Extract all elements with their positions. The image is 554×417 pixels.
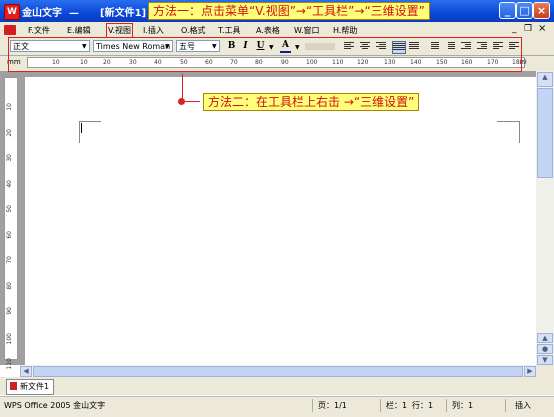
vruler-tick-label: 100 — [6, 332, 13, 344]
margin-mark — [497, 121, 519, 122]
prev-page-icon[interactable]: ▲ — [537, 333, 553, 343]
status-page: 页：1/1 — [318, 401, 347, 410]
divider — [380, 399, 381, 412]
select-browse-icon[interactable]: ● — [537, 344, 553, 354]
callout-method-one: 方法一：点击菜单“V.视图”→“工具栏”→“三维设置” — [148, 2, 430, 20]
scroll-right-icon[interactable]: ▶ — [524, 366, 536, 377]
vruler-tick-label: 20 — [6, 128, 13, 137]
menu-view[interactable]: V.视图 — [106, 23, 133, 38]
vruler-tick-label: 40 — [6, 179, 13, 188]
vruler-tick-label: 110 — [6, 358, 13, 370]
margin-mark — [79, 121, 80, 143]
document-page[interactable] — [25, 77, 536, 365]
document-tab-bar — [0, 377, 554, 395]
callout-method-two: 方法二：在工具栏上右击 →“三维设置” — [203, 93, 420, 111]
vruler-tick-label: 60 — [6, 230, 13, 239]
menu-help[interactable]: H.帮助 — [333, 25, 357, 36]
document-icon — [10, 382, 17, 390]
menu-tools[interactable]: T.工具 — [218, 25, 240, 36]
tab-label: 新文件1 — [20, 382, 50, 391]
callout-dot — [178, 98, 185, 105]
margin-mark — [79, 121, 101, 122]
doc-menu-icon[interactable] — [4, 25, 16, 35]
vertical-ruler[interactable] — [4, 77, 18, 360]
maximize-button[interactable]: □ — [516, 2, 533, 19]
status-insert-mode[interactable]: 插入 — [515, 400, 531, 411]
vruler-tick-label: 50 — [6, 205, 13, 213]
menu-edit[interactable]: E.编辑 — [67, 25, 91, 36]
toolbar-highlight-box — [8, 37, 522, 72]
status-column: 列：1 — [452, 401, 474, 410]
divider — [505, 399, 506, 412]
menu-table[interactable]: A.表格 — [256, 25, 280, 36]
tab-new-document[interactable]: 新文件1 — [6, 379, 55, 395]
close-button[interactable]: × — [533, 2, 550, 19]
document-title: [新文件1] — [100, 8, 147, 19]
status-column-bar: 栏：1 — [386, 401, 408, 410]
menu-window[interactable]: W.窗口 — [294, 25, 320, 36]
next-page-icon[interactable]: ▼ — [537, 355, 553, 365]
doc-close-icon[interactable]: × — [538, 23, 546, 34]
status-app: WPS Office 2005 金山文字 — [4, 401, 106, 410]
doc-minimize-icon[interactable]: _ — [512, 24, 517, 34]
vruler-tick-label: 80 — [6, 281, 13, 290]
menu-format[interactable]: O.格式 — [181, 25, 206, 36]
scroll-left-icon[interactable]: ◀ — [20, 366, 32, 377]
doc-restore-icon[interactable]: ❐ — [524, 24, 532, 34]
vruler-tick-label: 90 — [6, 307, 13, 315]
margin-mark — [519, 121, 520, 143]
app-logo-icon[interactable]: W — [4, 4, 20, 20]
minimize-button[interactable]: _ — [499, 2, 516, 19]
vruler-tick-label: 70 — [6, 256, 13, 264]
vruler-tick-label: 10 — [6, 103, 13, 111]
app-title: 金山文字 — — [22, 8, 79, 19]
menu-insert[interactable]: I.插入 — [143, 25, 164, 36]
status-row: 行：1 — [412, 401, 434, 410]
hscroll-thumb[interactable] — [33, 366, 523, 377]
scroll-corner — [536, 365, 554, 377]
vruler-tick-label: 30 — [6, 154, 13, 162]
scroll-up-icon[interactable]: ▲ — [537, 72, 553, 87]
text-cursor — [81, 123, 82, 133]
divider — [312, 399, 313, 412]
menu-file[interactable]: F.文件 — [28, 25, 50, 36]
scroll-thumb[interactable] — [537, 88, 553, 178]
divider — [446, 399, 447, 412]
